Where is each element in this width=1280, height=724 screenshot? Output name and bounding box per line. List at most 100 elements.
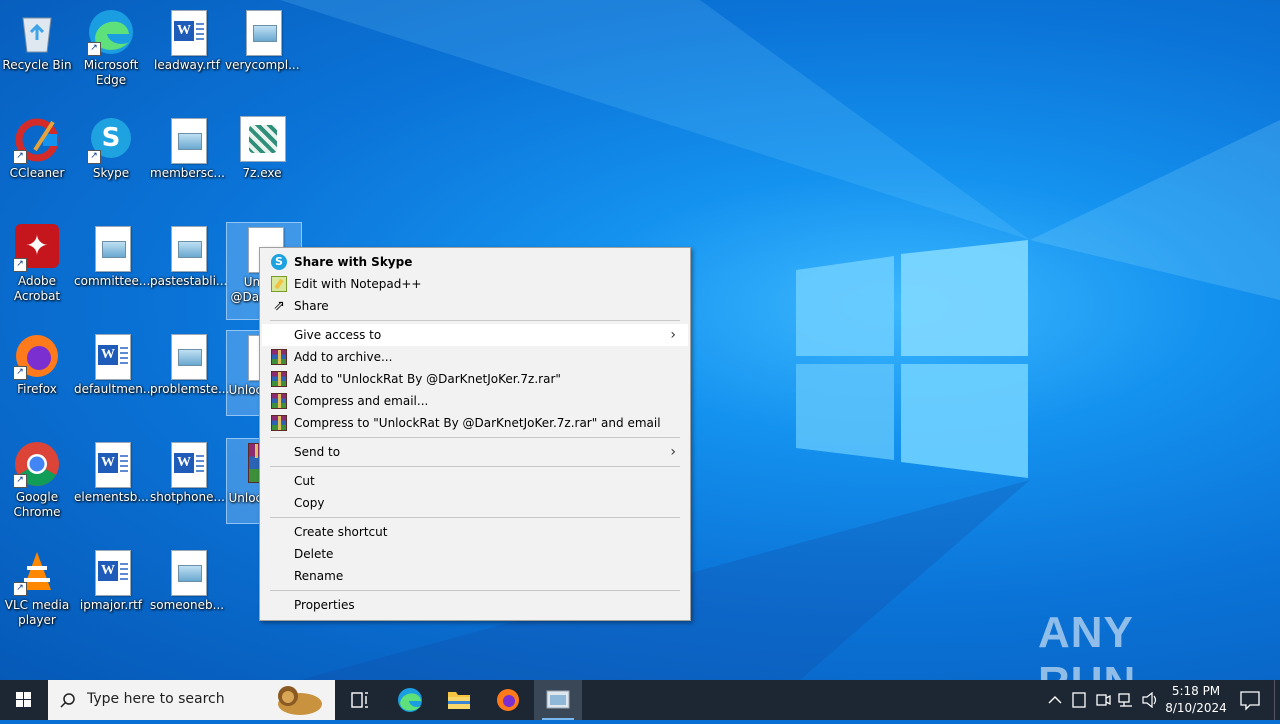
shortcut-arrow-icon: ↗	[87, 150, 101, 164]
shortcut-arrow-icon: ↗	[87, 42, 101, 56]
start-button[interactable]	[0, 680, 48, 720]
menu-item-cut[interactable]: Cut	[262, 470, 688, 492]
menu-item-create-shortcut[interactable]: Create shortcut	[262, 521, 688, 543]
icon-label: Microsoft Edge	[83, 58, 139, 87]
winrar-icon	[271, 415, 287, 431]
tray-device-button[interactable]	[1069, 680, 1089, 720]
shortcut-arrow-icon: ↗	[13, 150, 27, 164]
image-file-icon	[171, 550, 207, 596]
show-desktop-button[interactable]	[1274, 680, 1280, 720]
elementsb-file-icon[interactable]: W elementsb...	[74, 434, 149, 505]
menu-item-label: Properties	[294, 598, 355, 612]
taskbar-active-app[interactable]	[534, 680, 582, 720]
adobe-acrobat-icon[interactable]: ✦ ↗ Adobe Acrobat	[0, 218, 74, 304]
firefox-icon	[497, 689, 519, 711]
menu-item-send-to[interactable]: Send to ›	[262, 441, 688, 463]
taskbar-search-box[interactable]: Type here to search	[48, 680, 335, 720]
task-view-button[interactable]	[336, 680, 384, 720]
word-document-icon: W	[95, 442, 131, 488]
google-chrome-icon[interactable]: ↗ Google Chrome	[0, 434, 74, 520]
icon-label: Skype	[92, 166, 130, 180]
chevron-right-icon: ›	[670, 327, 676, 343]
icon-label: someoneb...	[150, 598, 225, 612]
menu-item-label: Add to "UnlockRat By @DarKnetJoKer.7z.ra…	[294, 372, 561, 386]
shortcut-arrow-icon: ↗	[13, 258, 27, 272]
clock-time: 5:18 PM	[1171, 684, 1221, 698]
icon-label: Firefox	[17, 382, 57, 396]
image-file-icon	[171, 118, 207, 164]
shortcut-arrow-icon: ↗	[13, 474, 27, 488]
notification-icon	[1240, 691, 1260, 711]
show-hidden-icons-button[interactable]	[1045, 680, 1065, 720]
icon-label: Adobe Acrobat	[13, 274, 61, 303]
menu-item-label: Edit with Notepad++	[294, 277, 422, 291]
tray-meet-now-button[interactable]	[1093, 680, 1113, 720]
icon-label: VLC media player	[4, 598, 70, 627]
ccleaner-icon[interactable]: ↗ CCleaner	[0, 110, 74, 181]
skype-icon[interactable]: S ↗ Skype	[74, 110, 148, 181]
word-document-icon: W	[95, 334, 131, 380]
icon-label: 7z.exe	[242, 166, 282, 180]
icon-label: leadway.rtf	[154, 58, 220, 72]
menu-item-label: Cut	[294, 474, 315, 488]
shortcut-arrow-icon: ↗	[13, 366, 27, 380]
word-document-icon: W	[95, 550, 131, 596]
recycle-bin-icon[interactable]: Recycle Bin	[0, 2, 74, 73]
share-icon: ⇗	[273, 298, 285, 314]
shotphone-file-icon[interactable]: W shotphone...	[150, 434, 225, 505]
menu-item-label: Copy	[294, 496, 325, 510]
icon-label: CCleaner	[9, 166, 65, 180]
leadway-file-icon[interactable]: W leadway.rtf	[150, 2, 224, 73]
winrar-icon	[271, 371, 287, 387]
tray-network-button[interactable]	[1116, 680, 1136, 720]
word-document-icon: W	[171, 442, 207, 488]
menu-item-copy[interactable]: Copy	[262, 492, 688, 514]
menu-item-edit-with-notepadpp[interactable]: Edit with Notepad++	[262, 273, 688, 295]
menu-item-compress-to-rar-and-email[interactable]: Compress to "UnlockRat By @DarKnetJoKer.…	[262, 412, 688, 434]
action-center-button[interactable]	[1234, 680, 1266, 720]
icon-label: committee...	[74, 274, 151, 288]
taskbar-firefox[interactable]	[484, 680, 532, 720]
menu-item-rename[interactable]: Rename	[262, 565, 688, 587]
ipmajor-file-icon[interactable]: W ipmajor.rtf	[74, 542, 148, 613]
someoneb-file-icon[interactable]: someoneb...	[150, 542, 224, 613]
menu-item-label: Compress and email...	[294, 394, 429, 408]
taskbar-edge[interactable]	[386, 680, 434, 720]
menu-item-add-to-archive[interactable]: Add to archive...	[262, 346, 688, 368]
menu-item-label: Share	[294, 299, 329, 313]
icon-label: verycompl...	[225, 58, 300, 72]
image-file-icon	[246, 10, 282, 56]
menu-item-properties[interactable]: Properties	[262, 594, 688, 616]
pastestabli-file-icon[interactable]: pastestabli...	[150, 218, 227, 289]
menu-separator	[270, 517, 680, 518]
menu-item-delete[interactable]: Delete	[262, 543, 688, 565]
menu-item-share-with-skype[interactable]: S Share with Skype	[262, 251, 688, 273]
task-view-icon	[351, 692, 368, 708]
taskbar-file-explorer[interactable]	[435, 680, 483, 720]
folder-icon	[448, 692, 470, 709]
verycompl-file-icon[interactable]: verycompl...	[225, 2, 300, 73]
chevron-up-icon	[1048, 696, 1062, 704]
winrar-icon	[271, 393, 287, 409]
microsoft-edge-icon[interactable]: ↗ Microsoft Edge	[74, 2, 148, 88]
device-icon	[1072, 692, 1086, 708]
firefox-icon[interactable]: ↗ Firefox	[0, 326, 74, 397]
menu-item-give-access-to[interactable]: Give access to ›	[262, 324, 688, 346]
7z-exe-icon[interactable]: 7z.exe	[225, 110, 299, 181]
tray-volume-button[interactable]	[1140, 680, 1160, 720]
icon-label: elementsb...	[74, 490, 149, 504]
menu-item-add-to-rar[interactable]: Add to "UnlockRat By @DarKnetJoKer.7z.ra…	[262, 368, 688, 390]
defaultmen-file-icon[interactable]: W defaultmen...	[74, 326, 154, 397]
menu-item-compress-and-email[interactable]: Compress and email...	[262, 390, 688, 412]
icon-label: membersc...	[150, 166, 225, 180]
edge-icon	[398, 688, 422, 712]
membersc-file-icon[interactable]: membersc...	[150, 110, 225, 181]
committee-file-icon[interactable]: committee...	[74, 218, 151, 289]
taskbar-clock[interactable]: 5:18 PM 8/10/2024	[1162, 683, 1230, 717]
search-highlight-lion-icon	[278, 686, 322, 715]
menu-item-share[interactable]: ⇗ Share	[262, 295, 688, 317]
vlc-media-player-icon[interactable]: ↗ VLC media player	[0, 542, 74, 628]
problemste-file-icon[interactable]: problemste...	[150, 326, 229, 397]
windows-start-icon	[16, 692, 31, 707]
search-placeholder: Type here to search	[87, 691, 225, 707]
